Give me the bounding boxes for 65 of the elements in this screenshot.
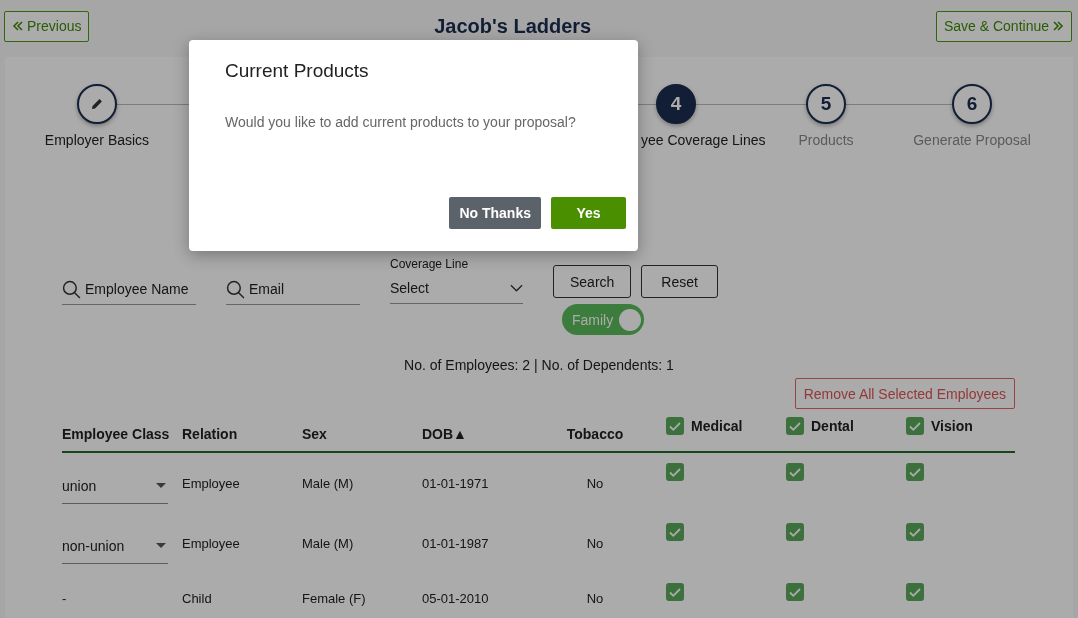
step-label: yee Coverage Lines [641,132,766,148]
checkbox[interactable] [786,463,804,481]
modal-message: Would you like to add current products to your proposal? [225,114,576,130]
step-circle[interactable] [77,84,117,124]
employee-count-text: No. of Employees: 2 | No. of Dependents: 1 [403,357,675,373]
chevron-down-icon [510,284,523,292]
table-cell: No [586,475,604,491]
column-header: Medical [691,418,743,434]
modal-title: Current Products [225,60,369,82]
checkbox[interactable] [786,583,804,601]
search-button[interactable]: Search [553,265,632,298]
save-continue-button[interactable]: Save & Continue [935,10,1072,42]
search-icon [62,279,81,299]
checkbox[interactable] [666,463,684,481]
checkbox[interactable] [906,523,924,541]
table-cell: Male (M) [302,475,354,491]
yes-button[interactable]: Yes [551,197,626,229]
step-label: Generate Proposal [913,132,1031,148]
step-label: Products [798,132,854,148]
step-circle[interactable]: 6 [952,84,992,124]
checkbox[interactable] [906,583,924,601]
table-cell: 01-01-1987 [422,535,489,551]
checkbox[interactable] [906,463,924,481]
coverage-line-select[interactable]: Select [390,273,523,304]
column-header: Employee Class [62,426,170,442]
step-circle[interactable]: 5 [806,84,846,124]
checkbox[interactable] [906,417,924,435]
caret-icon [156,543,166,548]
email-field[interactable]: Email [249,281,360,297]
table-cell: 01-01-1971 [422,475,489,491]
column-header: DOB▲ [422,426,467,442]
caret-icon [156,483,166,488]
coverage-line-label: Coverage Line [390,257,470,271]
table-cell: No [586,590,604,606]
checkbox[interactable] [666,523,684,541]
table-cell: Employee [182,475,240,491]
table-cell: Male (M) [302,535,354,551]
reset-button[interactable]: Reset [641,265,718,298]
double-chevron-right-icon [1052,20,1064,32]
previous-button[interactable]: Previous [4,10,90,42]
checkbox[interactable] [666,583,684,601]
column-header: Dental [811,418,854,434]
table-cell: Child [182,590,212,606]
column-header: Vision [931,418,973,434]
table-cell: Female (F) [302,590,366,606]
table-cell: Employee [182,535,240,551]
pencil-icon [90,97,104,111]
table-cell: - [62,590,67,606]
checkbox[interactable] [786,417,804,435]
employee-class-select[interactable]: non-union [62,528,168,564]
search-icon [226,279,245,299]
column-header: Relation [182,426,238,442]
checkbox[interactable] [786,523,804,541]
employee-class-select[interactable]: union [62,468,168,504]
column-header: Sex [302,426,327,442]
page-title: Jacob's Ladders [434,14,592,38]
table-cell: No [586,535,604,551]
step-label: Employer Basics [44,132,150,148]
employee-name-field[interactable]: Employee Name [85,281,196,297]
checkbox[interactable] [666,417,684,435]
column-header: Tobacco [566,426,624,442]
step-circle[interactable]: 4 [656,84,696,124]
double-chevron-left-icon [12,20,24,32]
no-thanks-button[interactable]: No Thanks [449,197,541,229]
table-cell: 05-01-2010 [422,590,489,606]
